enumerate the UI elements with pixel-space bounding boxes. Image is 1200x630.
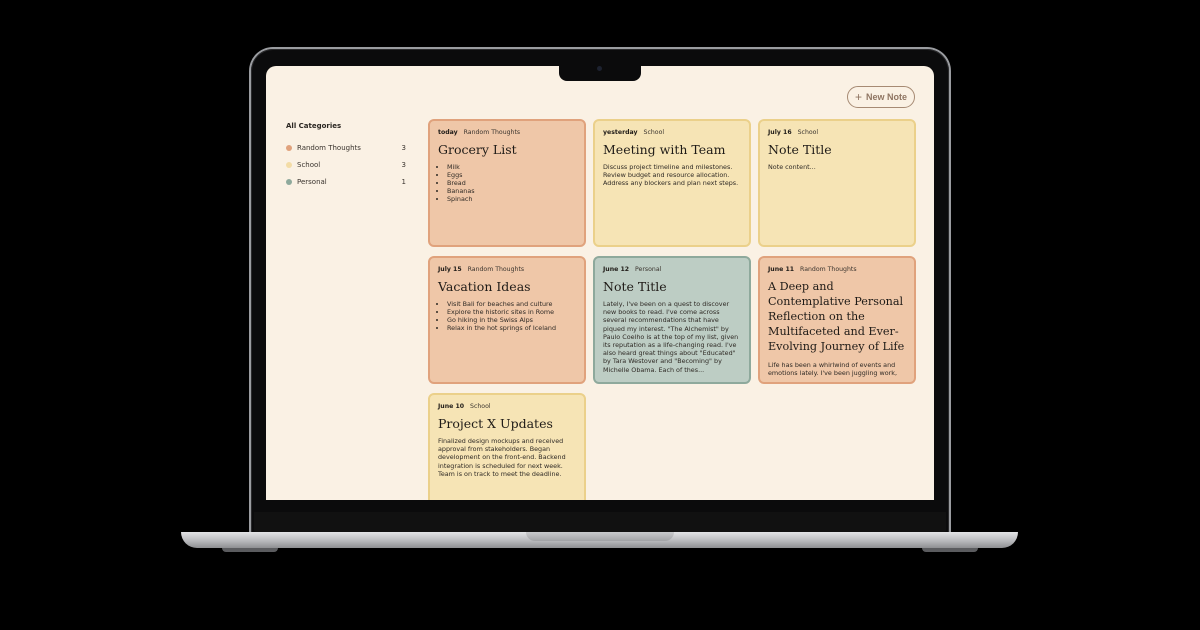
note-list: Milk Eggs Bread Bananas Spinach [438,163,576,203]
note-meta: July 15 Random Thoughts [438,266,576,273]
note-title: Grocery List [438,142,517,157]
note-card[interactable]: today Random Thoughts Grocery List Milk … [428,119,586,247]
category-label: School [297,160,321,169]
note-card[interactable]: June 10 School Project X Updates Finaliz… [428,393,586,500]
note-title: Project X Updates [438,416,553,431]
note-category: Random Thoughts [467,266,525,273]
note-date: June 11 [768,266,795,273]
note-meta: July 16 School [768,129,906,136]
list-item: Relax in the hot springs of Iceland [447,324,576,332]
note-card[interactable]: June 12 Personal Note Title Lately, I've… [593,256,751,384]
note-meta: yesterday School [603,129,741,136]
note-card[interactable]: June 11 Random Thoughts A Deep and Conte… [758,256,916,384]
laptop-bezel [254,512,946,532]
list-item: Bread [447,179,576,187]
list-item: Eggs [447,171,576,179]
category-count: 1 [401,177,406,186]
category-dot-icon [286,161,292,168]
sidebar: All Categories Random Thoughts 3 School … [286,122,406,190]
category-label: Random Thoughts [297,143,361,152]
camera-icon [597,66,602,71]
note-category: School [643,129,665,136]
note-meta: today Random Thoughts [438,129,576,136]
sidebar-item-random-thoughts[interactable]: Random Thoughts 3 [286,139,406,156]
sidebar-item-school[interactable]: School 3 [286,156,406,173]
note-meta: June 10 School [438,403,576,410]
note-date: July 16 [768,129,792,136]
note-list: Visit Bali for beaches and culture Explo… [438,300,576,332]
note-body: Finalized design mockups and received ap… [438,437,566,478]
new-note-label: New Note [866,92,908,102]
note-meta: June 12 Personal [603,266,741,273]
note-date: July 15 [438,266,462,273]
note-date: yesterday [603,129,638,136]
note-body: Discuss project timeline and milestones.… [603,163,739,188]
note-category: School [797,129,819,136]
note-title: Note Title [768,142,832,157]
list-item: Explore the historic sites in Rome [447,308,576,316]
note-category: Random Thoughts [800,266,857,273]
note-date: today [438,129,458,136]
list-item: Spinach [447,195,576,203]
category-count: 3 [401,160,406,169]
category-label: Personal [297,177,327,186]
note-card[interactable]: yesterday School Meeting with Team Discu… [593,119,751,247]
list-item: Go hiking in the Swiss Alps [447,316,576,324]
note-category: School [470,403,491,410]
sidebar-title[interactable]: All Categories [286,122,406,130]
list-item: Milk [447,163,576,171]
note-date: June 10 [438,403,465,410]
note-category: Random Thoughts [463,129,521,136]
note-category: Personal [635,266,662,273]
category-count: 3 [401,143,406,152]
list-item: Visit Bali for beaches and culture [447,300,576,308]
sidebar-item-personal[interactable]: Personal 1 [286,173,406,190]
note-title: A Deep and Contemplative Personal Reflec… [768,280,905,354]
category-dot-icon [286,178,292,185]
laptop-lid-opening [526,532,674,541]
note-meta: June 11 Random Thoughts [768,266,906,273]
note-card[interactable]: July 15 Random Thoughts Vacation Ideas V… [428,256,586,384]
note-date: June 12 [603,266,630,273]
note-body: Lately, I've been on a quest to discover… [603,300,739,374]
list-item: Bananas [447,187,576,195]
note-body: Note content... [768,163,816,171]
plus-icon: + [854,90,862,104]
note-body: Life has been a whirlwind of events and … [768,360,898,377]
app-screen: + New Note All Categories Random Thought… [266,66,934,500]
note-title: Meeting with Team [603,142,726,157]
new-note-button[interactable]: + New Note [847,86,915,108]
category-dot-icon [286,144,292,151]
note-card[interactable]: July 16 School Note Title Note content..… [758,119,916,247]
laptop-foot [222,548,278,552]
note-title: Note Title [603,279,667,294]
laptop-foot [922,548,978,552]
note-title: Vacation Ideas [438,279,531,294]
